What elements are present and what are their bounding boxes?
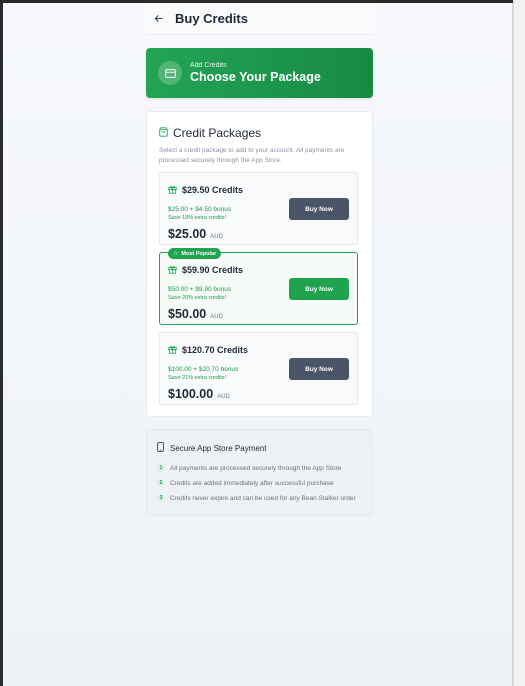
top-bar: Buy Credits: [146, 3, 373, 35]
secure-payment-card: Secure App Store Payment 1 All payments …: [146, 429, 373, 516]
package-card: $120.70 Credits $100.00 + $20.70 bonus S…: [159, 332, 358, 405]
buy-now-button[interactable]: Buy Now: [289, 358, 349, 380]
list-item: 2 Credits are added immediately after su…: [157, 479, 362, 489]
most-popular-badge: ☆ Most Popular: [168, 248, 222, 259]
buy-now-button[interactable]: Buy Now: [289, 198, 349, 220]
smartphone-icon: [157, 439, 164, 457]
arrow-left-icon[interactable]: [151, 12, 165, 26]
package-currency: AUD: [217, 394, 230, 400]
step-number: 3: [157, 494, 165, 502]
star-icon: ☆: [173, 251, 179, 257]
hero-banner: Add Credits Choose Your Package: [146, 48, 373, 98]
gift-icon: [168, 181, 177, 199]
step-number: 1: [157, 464, 165, 472]
package-currency: AUD: [210, 234, 223, 240]
package-name: $59.90 Credits: [182, 265, 244, 275]
package-price: $50.00: [168, 307, 207, 321]
package-card: $29.50 Credits $25.00 + $4.50 bonus Save…: [159, 172, 358, 245]
hero-title: Choose Your Package: [190, 70, 321, 84]
page-title: Buy Credits: [175, 11, 248, 26]
gift-icon: [168, 261, 177, 279]
secure-title: Secure App Store Payment: [170, 443, 267, 453]
buy-now-button[interactable]: Buy Now: [289, 278, 349, 300]
package-price: $25.00: [168, 227, 207, 241]
section-description: Select a credit package to add to your a…: [159, 147, 345, 164]
package-price: $100.00: [168, 387, 214, 401]
shopping-bag-icon: [159, 124, 168, 142]
secure-info-list: 1 All payments are processed securely th…: [157, 464, 362, 504]
package-name: $29.50 Credits: [182, 185, 244, 195]
package-name: $120.70 Credits: [182, 345, 249, 355]
gift-icon: [168, 341, 177, 359]
hero-subtitle: Add Credits: [190, 62, 227, 69]
scrollbar[interactable]: [513, 0, 525, 686]
list-item-text: Credits never expire and can be used for…: [170, 495, 356, 502]
list-item: 1 All payments are processed securely th…: [157, 464, 362, 474]
package-currency: AUD: [210, 314, 223, 320]
package-card-popular: ☆ Most Popular $59.90 Credits $50.00 + $…: [159, 248, 358, 325]
credit-packages-card: Credit Packages Select a credit package …: [146, 111, 373, 417]
list-item-text: Credits are added immediately after succ…: [170, 480, 334, 487]
section-title: Credit Packages: [173, 126, 262, 140]
credit-card-icon: [158, 61, 182, 85]
app-viewport: Buy Credits Add Credits Choose Your Pack…: [3, 3, 513, 686]
step-number: 2: [157, 479, 165, 487]
list-item-text: All payments are processed securely thro…: [170, 465, 342, 472]
page-container: Buy Credits Add Credits Choose Your Pack…: [146, 3, 373, 516]
badge-label: Most Popular: [181, 250, 217, 257]
list-item: 3 Credits never expire and can be used f…: [157, 494, 362, 504]
